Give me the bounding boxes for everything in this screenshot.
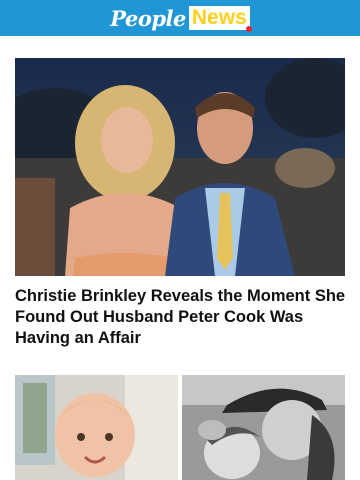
people-news-logo[interactable]: People News [110,5,252,32]
hero-headline-link[interactable]: Christie Brinkley Reveals the Moment She… [15,286,347,349]
site-header: People News [0,0,360,36]
logo-people-text: People [110,5,186,31]
article-thumbnail-baby[interactable] [15,375,178,480]
hero-article-image[interactable] [15,58,345,276]
photo-mother-child-icon [182,375,345,480]
logo-news-text: News [188,6,252,32]
photo-couple-icon [15,58,345,276]
photo-baby-icon [15,375,178,480]
article-thumbnail-mother-child[interactable] [182,375,345,480]
